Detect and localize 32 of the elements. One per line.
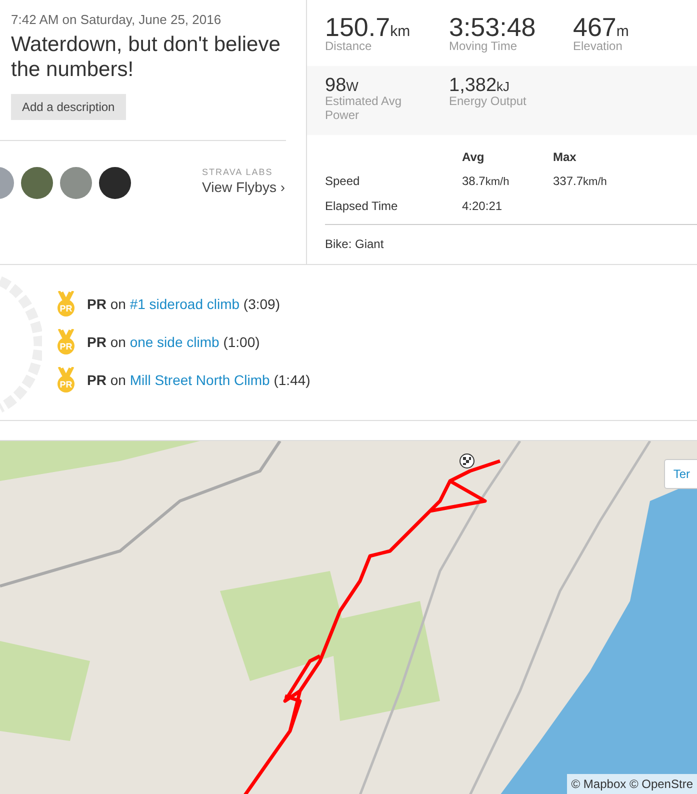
avatar[interactable]	[99, 166, 131, 199]
row-label: Elapsed Time	[325, 194, 462, 218]
add-description-button[interactable]: Add a description	[11, 94, 126, 120]
stat-label: Moving Time	[449, 40, 518, 54]
strava-labs-label: STRAVA LABS	[202, 168, 274, 177]
column-header: Max	[553, 149, 578, 166]
stat-value: 1,382kJ	[449, 76, 511, 95]
map-attribution: © Mapbox © OpenStre	[567, 774, 697, 794]
achievement-text: PR on one side climb (1:00)	[87, 332, 260, 352]
stat-label: Distance	[325, 40, 373, 54]
achievement-text: PR on Mill Street North Climb (1:44)	[87, 370, 310, 390]
stat-value: 150.7km	[325, 14, 412, 40]
segment-link[interactable]: #1 sideroad climb	[130, 296, 240, 312]
table-cell-text: 4:20:21	[462, 198, 504, 214]
table-cell-text: 337.7km/h	[553, 173, 607, 190]
activity-datetime: 7:42 AM on Saturday, June 25, 2016	[10, 11, 222, 29]
stat-label: Estimated Avg Power	[325, 95, 402, 123]
stat-label: Energy Output	[449, 95, 528, 109]
activity-title: Waterdown, but don't believe the numbers!	[10, 32, 282, 82]
map-layer-button[interactable]: Ter	[664, 459, 697, 489]
stat-value: 467m	[573, 14, 630, 40]
column-header: Avg	[462, 149, 486, 166]
achievement-text: PR on #1 sideroad climb (3:09)	[87, 294, 280, 314]
stat-value: 3:53:48	[449, 14, 537, 40]
bike-info: Bike: Giant	[324, 236, 384, 252]
segment-link[interactable]: Mill Street North Climb	[130, 372, 270, 388]
view-flybys-link[interactable]: View Flybys ›	[202, 178, 285, 195]
table-cell-text: 38.7km/h	[462, 173, 510, 190]
stat-label: Elevation	[573, 40, 624, 54]
row-label: Speed	[325, 173, 361, 190]
stat-value: 98W	[325, 76, 360, 95]
segment-link[interactable]: one side climb	[130, 334, 220, 350]
